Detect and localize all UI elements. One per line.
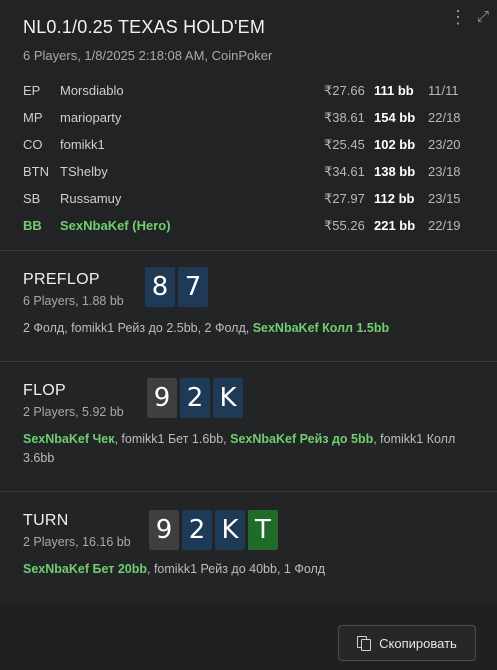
hero-action: SexNbaKef Бет 20bb	[23, 562, 148, 576]
player-name[interactable]: Russamuy	[60, 191, 121, 206]
player-stats: 22/18	[428, 110, 461, 125]
street-actions: SexNbaKef Чек, fomikk1 Бет 1.6bb, SexNba…	[23, 430, 473, 468]
street-actions: SexNbaKef Бет 20bb, fomikk1 Рейз до 40bb…	[23, 560, 473, 579]
card: 9	[149, 510, 179, 550]
player-row: CO fomikk1 ₹25.45 102 bb 23/20	[0, 134, 497, 161]
street-name: TURN	[23, 512, 69, 529]
more-vertical-icon[interactable]: ⋮	[448, 7, 468, 27]
player-name[interactable]: marioparty	[60, 110, 121, 125]
player-row-hero: BB SexNbaKef (Hero) ₹55.26 221 bb 22/19	[0, 215, 497, 242]
player-stack: ₹25.45	[324, 137, 365, 152]
card: 2	[180, 378, 210, 418]
hand-subtitle: 6 Players, 1/8/2025 2:18:08 AM, CoinPoke…	[23, 48, 273, 63]
action-text: , fomikk1 Рейз до 40bb, 1 Фолд	[147, 562, 326, 576]
card: K	[215, 510, 245, 550]
copy-icon	[357, 636, 372, 651]
hand-header: NL0.1/0.25 TEXAS HOLD'EM 6 Players, 1/8/…	[0, 0, 497, 250]
player-stack-bb: 138 bb	[374, 164, 416, 179]
card: T	[248, 510, 278, 550]
player-row: EP Morsdiablo ₹27.66 111 bb 11/11	[0, 80, 497, 107]
player-stack-bb: 102 bb	[374, 137, 416, 152]
player-stack: ₹27.66	[324, 83, 365, 98]
street-flop: FLOP 2 Players, 5.92 bb 92K SexNbaKef Че…	[0, 361, 497, 492]
player-stats: 23/15	[428, 191, 461, 206]
player-stats: 22/19	[428, 218, 461, 233]
player-position: MP	[23, 110, 43, 125]
player-stack: ₹55.26	[324, 218, 365, 233]
card: 7	[178, 267, 208, 307]
street-pot: 2 Players, 16.16 bb	[23, 535, 131, 549]
player-stats: 23/20	[428, 137, 461, 152]
hand-history-panel: NL0.1/0.25 TEXAS HOLD'EM 6 Players, 1/8/…	[0, 0, 497, 670]
player-position: CO	[23, 137, 43, 152]
player-stack-bb: 221 bb	[374, 218, 416, 233]
players-list: EP Morsdiablo ₹27.66 111 bb 11/11 MP mariopart…	[0, 80, 497, 242]
player-row: MP marioparty ₹38.61 154 bb 22/18	[0, 107, 497, 134]
player-stack-bb: 112 bb	[374, 191, 415, 206]
hand-title: NL0.1/0.25 TEXAS HOLD'EM	[23, 17, 266, 37]
player-name[interactable]: SexNbaKef (Hero)	[60, 218, 171, 233]
player-position: EP	[23, 83, 41, 98]
player-stack: ₹34.61	[324, 164, 365, 179]
card: 9	[147, 378, 177, 418]
board-cards: 87	[145, 267, 208, 307]
street-name: FLOP	[23, 382, 66, 399]
street-name: PREFLOP	[23, 271, 100, 288]
player-stack: ₹38.61	[324, 110, 365, 125]
hero-action: SexNbaKef Колл 1.5bb	[252, 321, 390, 335]
action-text: 2 Фолд, fomikk1 Рейз до 2.5bb, 2 Фолд,	[23, 321, 253, 335]
hero-action: SexNbaKef Рейз до 5bb	[230, 432, 374, 446]
player-row: SB Russamuy ₹27.97 112 bb 23/15	[0, 188, 497, 215]
player-position: BB	[23, 218, 42, 233]
card: K	[213, 378, 243, 418]
player-stats: 23/18	[428, 164, 461, 179]
board-cards: 92K	[147, 378, 243, 418]
street-pot: 2 Players, 5.92 bb	[23, 405, 124, 419]
player-stack-bb: 154 bb	[374, 110, 416, 125]
player-position: SB	[23, 191, 41, 206]
copy-button-label: Скопировать	[379, 635, 457, 651]
street-preflop: PREFLOP 6 Players, 1.88 bb 87 2 Фолд, fo…	[0, 250, 497, 361]
player-name[interactable]: fomikk1	[60, 137, 105, 152]
street-turn: TURN 2 Players, 16.16 bb 92KT SexNbaKef …	[0, 491, 497, 602]
player-stack: ₹27.97	[324, 191, 365, 206]
player-row: BTN TShelby ₹34.61 138 bb 23/18	[0, 161, 497, 188]
player-stats: 11/11	[428, 83, 459, 98]
card: 8	[145, 267, 175, 307]
board-cards: 92KT	[149, 510, 278, 550]
player-stack-bb: 111 bb	[374, 83, 414, 98]
hero-action: SexNbaKef Чек	[23, 432, 115, 446]
street-pot: 6 Players, 1.88 bb	[23, 294, 124, 308]
action-text: , fomikk1 Бет 1.6bb,	[114, 432, 231, 446]
street-actions: 2 Фолд, fomikk1 Рейз до 2.5bb, 2 Фолд, S…	[23, 319, 473, 338]
copy-button[interactable]: Скопировать	[338, 625, 476, 661]
card: 2	[182, 510, 212, 550]
player-name[interactable]: Morsdiablo	[60, 83, 124, 98]
expand-icon[interactable]: ⤢	[473, 7, 493, 27]
player-name[interactable]: TShelby	[60, 164, 108, 179]
player-position: BTN	[23, 164, 49, 179]
